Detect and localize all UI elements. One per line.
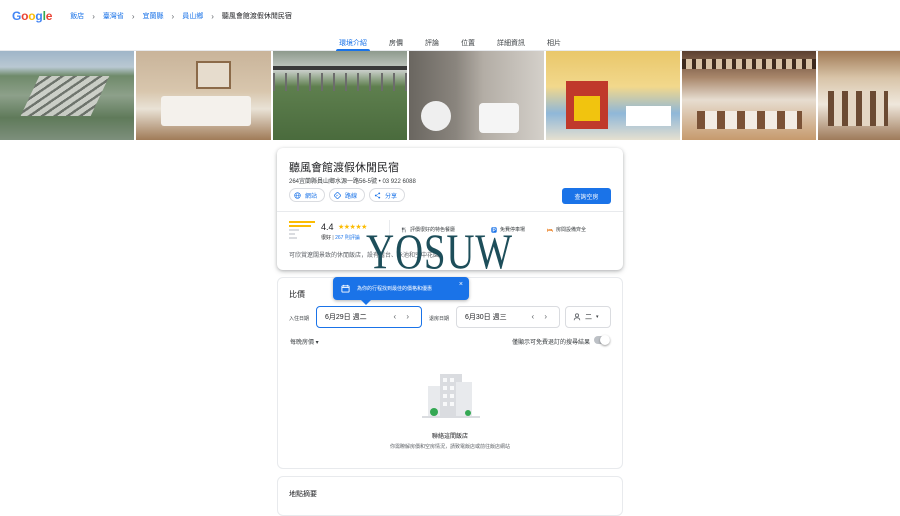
breadcrumb-current: 聽風會館渡假休閒民宿 xyxy=(221,13,292,20)
photo-lobby[interactable] xyxy=(818,51,900,140)
top-bar: Google 飯店 › 臺灣省 › 宜蘭縣 › 員山鄉 › 聽風會館渡假休閒民宿 xyxy=(0,0,900,32)
globe-icon xyxy=(294,191,301,199)
breadcrumb-township[interactable]: 員山鄉 xyxy=(182,11,203,21)
photo-restaurant[interactable] xyxy=(681,51,817,140)
rating-score: 4.4 xyxy=(321,222,334,232)
share-button[interactable]: 分享 xyxy=(369,188,406,202)
google-logo[interactable]: Google xyxy=(12,9,52,23)
photo-room-twin[interactable] xyxy=(136,51,271,140)
breadcrumb: 飯店 › 臺灣省 › 宜蘭縣 › 員山鄉 › 聽風會館渡假休閒民宿 xyxy=(70,11,292,21)
checkin-label: 入住日期 xyxy=(289,316,310,322)
bed-icon xyxy=(547,228,553,232)
rating-word: 很好 xyxy=(321,235,332,241)
tab-details[interactable]: 詳細資訊 xyxy=(486,34,536,50)
directions-icon xyxy=(334,191,342,199)
tab-overview[interactable]: 環境介紹 xyxy=(328,34,378,51)
calendar-icon xyxy=(341,284,350,293)
price-mode-dropdown[interactable]: 每晚房價 ▾ xyxy=(290,337,319,346)
photo-kids-room[interactable] xyxy=(545,51,680,140)
reviews-link[interactable]: 267 則評論 xyxy=(335,235,360,241)
photo-aerial[interactable] xyxy=(0,51,135,140)
free-cancel-label: 僅顯示可免費退訂的搜尋結果 xyxy=(511,340,590,346)
rating-summary: 很好 | 267 則評論 xyxy=(321,235,360,241)
tab-location[interactable]: 位置 xyxy=(450,34,486,50)
hotel-address: 264宜蘭縣員山鄉水源一路56-5號 • 03 922 6088 xyxy=(289,179,416,185)
person-icon xyxy=(573,313,581,321)
rating-bar xyxy=(289,237,297,239)
chevron-right-icon: › xyxy=(131,11,135,21)
share-label: 分享 xyxy=(385,193,398,200)
guests-count: 二 xyxy=(585,314,592,321)
star-rating-icon: ★★★★★ xyxy=(338,224,367,231)
price-comparison-card: 比價 入住日期 6月29日 週二 ‹ › 退房日期 6月30日 週三 ‹ › 二… xyxy=(277,277,623,469)
hotel-name: 聽風會館渡假休閒民宿 xyxy=(289,162,399,174)
rating-bar xyxy=(289,229,299,231)
empty-state-subtitle: 你需瞭解房價和空房情況，請致電飯店或前往飯店網站 xyxy=(389,444,510,450)
photo-bathroom[interactable] xyxy=(409,51,544,140)
price-tracking-tooltip[interactable]: 為你的行程找到最佳的價格和優惠 × xyxy=(333,277,469,305)
rating-bar xyxy=(289,225,311,227)
free-cancel-toggle[interactable] xyxy=(594,335,610,345)
checkout-date-field[interactable]: 6月30日 週三 ‹ › xyxy=(456,306,560,328)
date-arrows-icon[interactable]: ‹ › xyxy=(531,312,551,321)
close-icon[interactable]: × xyxy=(459,281,463,288)
logo-letter: e xyxy=(45,9,53,23)
website-button[interactable]: 網站 xyxy=(289,188,326,202)
price-title: 比價 xyxy=(289,290,305,299)
logo-letter: o xyxy=(21,9,29,23)
rating-bar xyxy=(289,221,315,223)
tab-photos[interactable]: 相片 xyxy=(536,34,572,50)
directions-label: 路線 xyxy=(345,193,358,200)
share-icon xyxy=(374,191,381,199)
chevron-right-icon: › xyxy=(92,11,95,21)
amenity-room: 房間設備齊全 xyxy=(547,226,586,233)
date-arrows-icon[interactable]: ‹ › xyxy=(393,312,413,321)
photo-strip xyxy=(0,51,900,140)
guests-selector[interactable]: 二 ▾ xyxy=(565,306,611,328)
rating-distribution xyxy=(289,221,315,241)
watermark-text: YOSUW xyxy=(366,223,513,279)
checkout-label: 退房日期 xyxy=(429,316,450,322)
website-label: 網站 xyxy=(305,193,318,200)
action-chips: 網站 路線 分享 xyxy=(289,188,406,202)
chevron-right-icon: › xyxy=(171,11,175,21)
breadcrumb-hotels[interactable]: 飯店 xyxy=(70,11,84,21)
checkin-date-value: 6月29日 週二 xyxy=(325,314,367,321)
rating-bar xyxy=(289,233,295,235)
location-summary-title: 地點摘要 xyxy=(289,491,317,498)
chevron-down-icon: ▾ xyxy=(596,314,599,320)
checkout-date-value: 6月30日 週三 xyxy=(465,314,507,321)
checkin-date-field[interactable]: 6月29日 週二 ‹ › xyxy=(316,306,422,328)
logo-letter: o xyxy=(28,9,36,23)
hotel-building-illustration xyxy=(422,374,480,418)
location-summary-card: 地點摘要 xyxy=(277,476,623,516)
breadcrumb-province[interactable]: 臺灣省 xyxy=(103,11,124,21)
directions-button[interactable]: 路線 xyxy=(329,188,366,202)
logo-letter: g xyxy=(35,9,43,23)
logo-letter: G xyxy=(12,9,22,23)
tab-prices[interactable]: 房價 xyxy=(378,34,414,50)
tooltip-text: 為你的行程找到最佳的價格和優惠 xyxy=(357,286,433,292)
check-availability-button[interactable]: 查詢空房 xyxy=(562,188,611,204)
photo-pool[interactable] xyxy=(272,51,408,140)
breadcrumb-county[interactable]: 宜蘭縣 xyxy=(143,11,164,21)
divider xyxy=(277,211,623,212)
section-tabs: 環境介紹 房價 評論 位置 詳細資訊 相片 xyxy=(0,34,900,51)
empty-state-title: 聯絡這間飯店 xyxy=(431,434,468,440)
amenity-label: 房間設備齊全 xyxy=(556,227,587,233)
chevron-right-icon: › xyxy=(211,11,214,21)
tab-reviews[interactable]: 評論 xyxy=(414,34,450,50)
